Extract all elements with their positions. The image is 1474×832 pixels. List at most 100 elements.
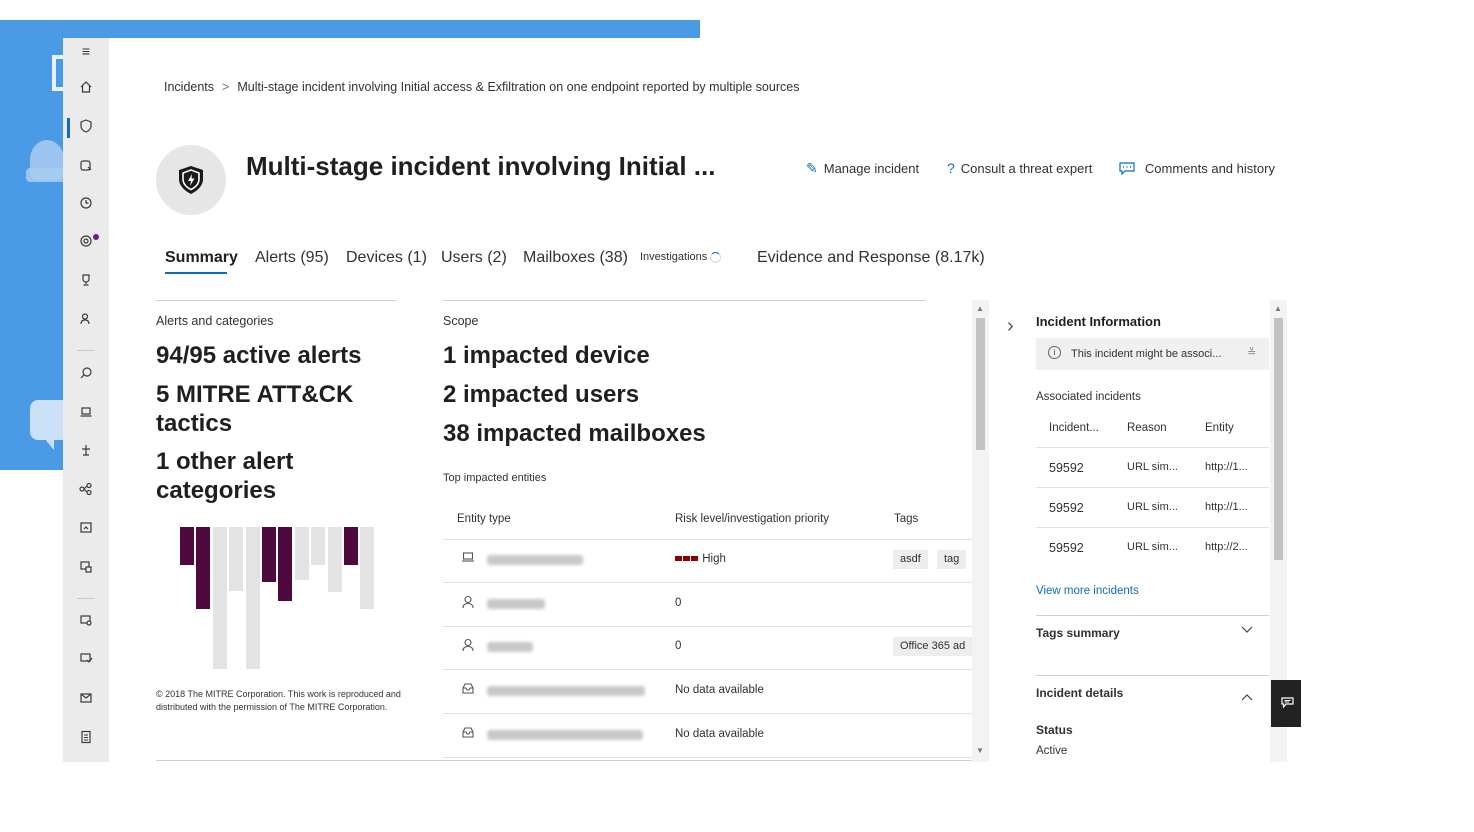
tab-investigations[interactable]: Investigations bbox=[640, 251, 722, 263]
table-row[interactable]: 0 bbox=[443, 583, 972, 627]
main-scrollbar[interactable]: ▲ ▼ bbox=[972, 300, 989, 762]
question-icon: ? bbox=[947, 160, 955, 176]
tab-investigations-label: Investigations bbox=[640, 251, 708, 263]
mitre-tactic-column[interactable] bbox=[246, 527, 260, 669]
shield-icon[interactable] bbox=[77, 119, 95, 137]
email-search-icon[interactable] bbox=[77, 613, 95, 631]
entity-name-redacted bbox=[487, 686, 645, 696]
devices-icon[interactable] bbox=[77, 560, 95, 578]
network-icon[interactable] bbox=[77, 482, 95, 500]
table-row[interactable]: 0 Office 365 ad bbox=[443, 626, 979, 670]
history-icon[interactable] bbox=[77, 196, 95, 214]
home-icon[interactable] bbox=[77, 80, 95, 98]
status-label: Status bbox=[1036, 723, 1073, 737]
mitre-tactic-column[interactable] bbox=[196, 527, 210, 609]
incident-details-header[interactable]: Incident details bbox=[1036, 686, 1123, 700]
tab-mailboxes[interactable]: Mailboxes (38) bbox=[523, 249, 628, 267]
collapse-panel-chevron-icon[interactable]: › bbox=[1007, 315, 1014, 338]
tab-evidence-response[interactable]: Evidence and Response (8.17k) bbox=[757, 249, 985, 267]
tags-summary-header[interactable]: Tags summary bbox=[1036, 626, 1120, 640]
mitre-tactic-column[interactable] bbox=[311, 527, 325, 565]
alerts-icon[interactable] bbox=[77, 158, 95, 176]
chevron-down-icon[interactable] bbox=[1241, 622, 1253, 637]
tag-chip[interactable]: tag bbox=[937, 550, 967, 569]
risk-level: High bbox=[675, 553, 726, 565]
comments-history-button[interactable]: Comments and history bbox=[1119, 160, 1275, 176]
entity-name-redacted bbox=[487, 599, 545, 609]
mitre-tactic-column[interactable] bbox=[262, 527, 276, 582]
associated-incident-row[interactable]: 59592 URL sim... http://1... bbox=[1036, 448, 1269, 488]
tab-alerts[interactable]: Alerts (95) bbox=[255, 249, 329, 267]
mitre-tactic-column[interactable] bbox=[344, 527, 358, 565]
table-row[interactable]: No data available bbox=[443, 670, 972, 714]
mitre-tactic-column[interactable] bbox=[295, 527, 309, 580]
entity-name-redacted bbox=[487, 555, 583, 565]
scrollbar-thumb[interactable] bbox=[976, 318, 985, 450]
device-inventory-icon[interactable] bbox=[77, 521, 95, 539]
tag-chip[interactable]: Office 365 ad bbox=[893, 637, 979, 656]
breadcrumb-incidents-link[interactable]: Incidents bbox=[164, 80, 214, 94]
mitre-tactic-column[interactable] bbox=[180, 527, 194, 565]
consult-expert-label: Consult a threat expert bbox=[960, 161, 1093, 176]
page-title: Multi-stage incident involving Initial .… bbox=[246, 151, 716, 181]
risk-level-label: 0 bbox=[675, 640, 682, 652]
association-notice-text: This incident might be associ... bbox=[1071, 348, 1222, 360]
expand-double-chevron-icon[interactable]: ≚ bbox=[1247, 346, 1256, 359]
manage-incident-button[interactable]: ✎ Manage incident bbox=[806, 160, 919, 177]
consult-expert-button[interactable]: ? Consult a threat expert bbox=[947, 160, 1092, 176]
hamburger-menu-icon[interactable]: ≡ bbox=[77, 42, 95, 60]
trophy-icon[interactable] bbox=[77, 273, 95, 291]
incident-entity: http://1... bbox=[1205, 461, 1248, 473]
search-icon[interactable] bbox=[77, 366, 95, 384]
tab-summary[interactable]: Summary bbox=[165, 249, 238, 267]
chevron-up-icon[interactable] bbox=[1241, 689, 1253, 704]
column-header-tags[interactable]: Tags bbox=[894, 513, 918, 525]
column-header-incident[interactable]: Incident... bbox=[1049, 422, 1099, 434]
scroll-down-arrow-icon[interactable]: ▼ bbox=[976, 746, 984, 755]
mailbox-icon bbox=[461, 682, 475, 698]
risk-level-label: No data available bbox=[675, 684, 764, 696]
status-value: Active bbox=[1036, 745, 1068, 757]
feedback-chat-button[interactable] bbox=[1271, 680, 1301, 727]
scroll-up-arrow-icon[interactable]: ▲ bbox=[976, 304, 984, 313]
tab-devices[interactable]: Devices (1) bbox=[346, 249, 427, 267]
associated-incident-row[interactable]: 59592 URL sim... http://2... bbox=[1036, 528, 1269, 567]
incident-avatar bbox=[156, 145, 226, 215]
app-window: ≡ Incidents > Multi-stage incident invol… bbox=[63, 38, 1301, 762]
other-categories-line2: categories bbox=[156, 477, 277, 504]
mailbox-icon bbox=[461, 726, 475, 742]
table-row[interactable]: High asdf tag bbox=[443, 539, 972, 583]
reports-icon[interactable] bbox=[77, 730, 95, 748]
tab-users[interactable]: Users (2) bbox=[441, 249, 507, 267]
scrollbar-thumb[interactable] bbox=[1274, 318, 1283, 560]
email-review-icon[interactable] bbox=[77, 651, 95, 669]
mitre-tactic-column[interactable] bbox=[360, 527, 374, 609]
mitre-tactic-column[interactable] bbox=[278, 527, 292, 601]
mail-icon[interactable] bbox=[77, 691, 95, 709]
vulnerability-icon[interactable] bbox=[77, 443, 95, 461]
column-header-entity[interactable]: Entity bbox=[1205, 422, 1234, 434]
column-header-risk[interactable]: Risk level/investigation priority bbox=[675, 513, 829, 525]
active-alerts-count: 94/95 active alerts bbox=[156, 342, 362, 369]
tag-chip[interactable]: asdf bbox=[893, 550, 928, 569]
mitre-tactics-chart bbox=[180, 527, 380, 669]
mitre-copyright: © 2018 The MITRE Corporation. This work … bbox=[156, 689, 401, 712]
scroll-up-arrow-icon[interactable]: ▲ bbox=[1274, 304, 1282, 313]
view-more-incidents-link[interactable]: View more incidents bbox=[1036, 585, 1139, 597]
laptop-icon[interactable] bbox=[77, 405, 95, 423]
association-notice[interactable]: i This incident might be associ... ≚ bbox=[1036, 338, 1269, 370]
mitre-tactic-column[interactable] bbox=[328, 527, 342, 592]
breadcrumb-current: Multi-stage incident involving Initial a… bbox=[237, 80, 800, 94]
table-row[interactable]: No data available bbox=[443, 714, 972, 758]
mitre-tactic-column[interactable] bbox=[229, 527, 243, 591]
divider bbox=[156, 300, 396, 301]
partners-icon[interactable] bbox=[77, 312, 95, 330]
other-categories-line1: 1 other alert bbox=[156, 448, 294, 475]
column-header-entity-type[interactable]: Entity type bbox=[457, 513, 511, 525]
mitre-tactic-column[interactable] bbox=[213, 527, 227, 669]
associated-incident-row[interactable]: 59592 URL sim... http://1... bbox=[1036, 488, 1269, 528]
incident-entity: http://2... bbox=[1205, 541, 1248, 553]
incident-reason: URL sim... bbox=[1127, 501, 1178, 513]
column-header-reason[interactable]: Reason bbox=[1127, 422, 1167, 434]
manage-incident-label: Manage incident bbox=[823, 161, 920, 176]
